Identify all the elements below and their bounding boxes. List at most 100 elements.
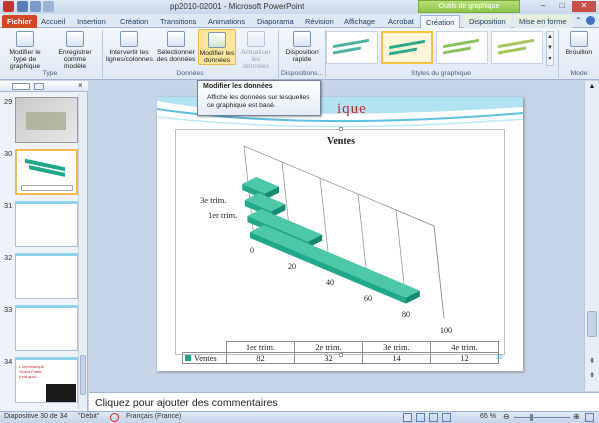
tab-revision[interactable]: Révision [300,15,339,28]
slide-editing-area: ique Ventes 3e trim. 1er trim. 0 20 40 6… [89,81,583,391]
tab-acrobat[interactable]: Acrobat [383,15,419,28]
close-button[interactable]: ✕ [572,1,596,12]
notes-pane[interactable]: Cliquez pour ajouter des commentaires [89,392,599,411]
slide-title[interactable]: ique [337,101,367,118]
data-table-value: 12 [430,352,499,364]
current-slide[interactable]: ique Ventes 3e trim. 1er trim. 0 20 40 6… [157,97,523,371]
slide-34-text: L'informatique Grand Public c'est quoi..… [19,364,44,379]
slideshow-icon[interactable] [442,413,451,422]
data-table-value: 82 [226,352,295,364]
normal-view-icon[interactable] [403,413,412,422]
edit-data-tooltip: Modifier les données Affiche les données… [197,80,321,116]
gallery-scroll[interactable]: ▲ ▼ ▾ [546,31,554,66]
slide-sorter-icon[interactable] [416,413,425,422]
data-table-header: 1er trim. 2e trim. 3e trim. 4e trim. [183,341,499,353]
chart-frame[interactable]: Ventes 3e trim. 1er trim. 0 20 40 60 80 … [175,127,505,364]
style-bar [443,46,471,55]
edit-data-icon [208,32,226,48]
help-icon[interactable] [586,16,595,25]
select-data-button[interactable]: Sélectionner des données [154,31,198,63]
tab-diaporama[interactable]: Diaporama [252,15,299,28]
data-table-category: 2e trim. [294,341,363,353]
draft-icon [570,31,588,47]
style-bar [333,46,361,55]
powerpoint-logo-icon[interactable] [3,1,14,12]
chart-style-2[interactable] [381,31,433,64]
fit-to-window-icon[interactable] [585,413,594,422]
x-tick-0: 0 [250,246,254,255]
undo-icon[interactable] [30,1,41,12]
tab-chart-format[interactable]: Mise en forme [514,15,572,28]
slide-thumbnail-33[interactable]: 33 [4,305,86,355]
tab-transitions[interactable]: Transitions [155,15,201,28]
zoom-out-icon[interactable]: ⊖ [503,412,510,421]
prev-slide-icon[interactable]: ⇞ [586,357,598,367]
chart-styles-gallery [326,31,544,66]
reading-view-icon[interactable] [429,413,438,422]
group-donnees-label: Données [176,70,204,77]
spellcheck-icon[interactable] [110,413,119,422]
save-as-template-button[interactable]: Enregistrer comme modèle [52,31,98,70]
slide-thumbnail-32[interactable]: 32 [4,253,86,303]
tab-insertion[interactable]: Insertion [72,15,111,28]
zoom-slider-thumb[interactable] [530,414,533,421]
refresh-data-icon [247,31,265,47]
tab-accueil[interactable]: Accueil [36,15,70,28]
change-chart-type-button[interactable]: Modifier le type de graphique [2,31,48,70]
zoom-in-icon[interactable]: ⊕ [573,412,580,421]
main-vertical-scrollbar[interactable]: ▲ ⇞ ⇟ [584,81,599,391]
zoom-level[interactable]: 65 % [480,413,496,420]
style-bar [498,38,534,49]
save-icon[interactable] [17,1,28,12]
draft-button[interactable]: Brouillon [561,31,597,56]
template-icon [66,31,84,47]
switch-row-column-button[interactable]: Intervertir les lignes/colonnes [106,31,153,63]
tab-chart-creation[interactable]: Création [420,15,461,29]
refresh-data-button[interactable]: Actualiser les données [238,31,274,70]
theme-name: "Débit" [78,413,100,420]
tab-animations[interactable]: Animations [203,15,250,28]
data-table-series-cell: Ventes [182,352,227,364]
tab-fichier[interactable]: Fichier [2,15,37,28]
slides-tab-icon[interactable] [12,83,30,90]
scroll-thumb[interactable] [587,311,597,337]
slide-30-preview [15,149,78,195]
tab-affichage[interactable]: Affichage [339,15,380,28]
slide-thumbnail-34[interactable]: 34 L'informatique Grand Public c'est quo… [4,357,86,407]
ribbon-minimize-icon[interactable]: ⌃ [575,16,582,25]
bar-1 [250,232,406,304]
chart-style-4[interactable] [491,31,543,64]
slides-pane-scrollbar[interactable] [78,93,87,409]
language[interactable]: Français (France) [126,413,181,420]
x-tick-60: 60 [364,294,372,303]
slide-29-preview [15,97,78,143]
row-label-3e-trim: 3e trim. [200,195,227,205]
scroll-thumb[interactable] [80,355,86,395]
maximize-button[interactable]: □ [553,1,571,12]
tooltip-title: Modifier les données [203,83,273,90]
group-mode-label: Mode [570,70,588,77]
legend-key-icon [185,355,191,361]
minimize-button[interactable]: – [534,1,552,12]
bar-top-1 [250,225,420,298]
redo-icon[interactable] [43,1,54,12]
slide-thumbnail-29[interactable]: 29 [4,97,86,147]
group-separator [102,30,103,78]
scroll-up-icon[interactable]: ▲ [586,83,598,93]
slide-thumbnail-31[interactable]: 31 [4,201,86,251]
close-pane-icon[interactable]: × [78,81,83,90]
data-table-series-name: Ventes [194,353,217,363]
chart-style-1[interactable] [326,31,378,64]
zoom-slider[interactable] [514,417,570,418]
chart-style-3[interactable] [436,31,488,64]
tab-creation[interactable]: Création [115,15,153,28]
outline-tab-icon[interactable] [34,83,44,90]
select-data-icon [167,31,185,47]
slide-thumbnail-30[interactable]: 30 [4,149,86,199]
next-slide-icon[interactable]: ⇟ [586,371,598,381]
data-table-category: 1er trim. [226,341,295,353]
slide-29-image [26,112,66,130]
edit-data-button[interactable]: Modifier les données [198,29,236,65]
quick-layout-button[interactable]: Disposition rapide [281,31,323,63]
tab-chart-disposition[interactable]: Disposition [464,15,511,28]
